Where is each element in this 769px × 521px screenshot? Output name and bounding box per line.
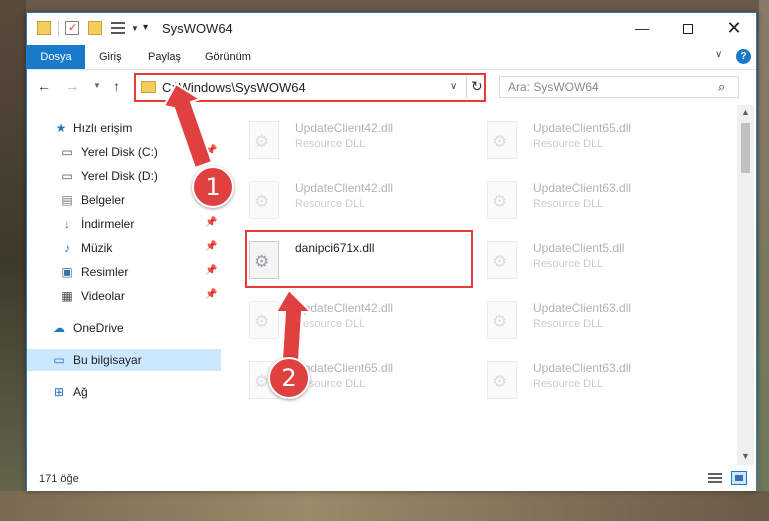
arrow-2 (274, 288, 314, 361)
callout-arrows (162, 82, 314, 361)
arrow-1 (162, 82, 214, 170)
callout-badge-1: 1 (192, 166, 234, 208)
callout-badge-2: 2 (268, 357, 310, 399)
